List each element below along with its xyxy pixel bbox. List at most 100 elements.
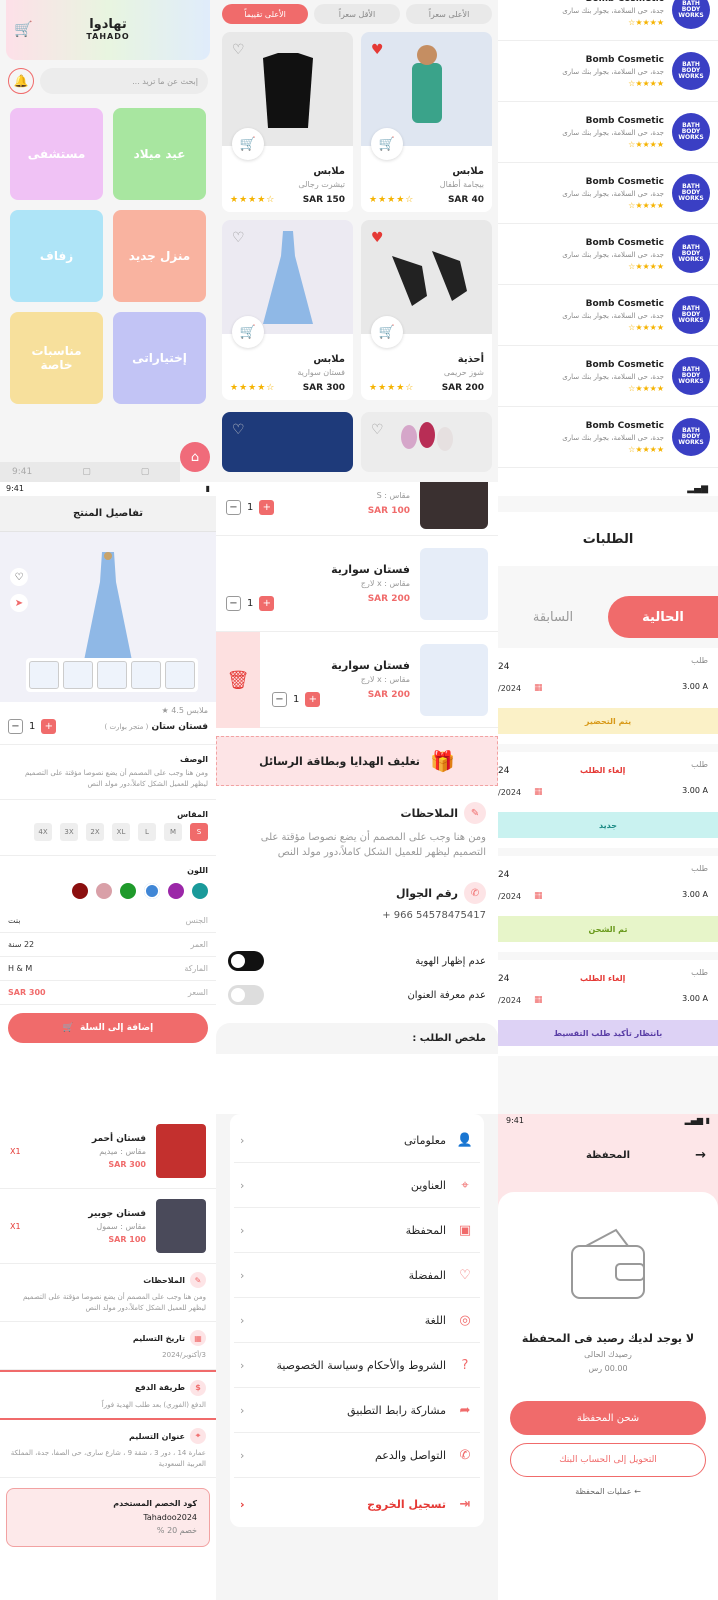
- heart-icon[interactable]: ♡: [232, 230, 245, 246]
- menu-item[interactable]: ➦ مشاركة رابط التطبيق ‹: [234, 1388, 480, 1433]
- heart-icon[interactable]: ♥: [371, 230, 384, 246]
- decrease-button[interactable]: −: [272, 692, 287, 707]
- occasion-tile[interactable]: مستشفى: [10, 108, 103, 200]
- menu-item-icon: ⌖: [461, 1177, 469, 1193]
- product-card[interactable]: ♥ 🛒 أحذية شوز حريمى ★★★★☆ SAR 200: [361, 220, 492, 400]
- heart-icon[interactable]: ♥: [371, 42, 384, 58]
- store-row[interactable]: BATH BODY WORKS Bomb Cosmetic جدة، حى السل…: [498, 0, 718, 41]
- product-grid: ♥ 🛒 ملابس بيجامة أطفال ★★★★☆ SAR 40 ♡ 🛒 ملابس تيش…: [216, 28, 498, 404]
- order-card[interactable]: طلب 3.00 A 24/2024 ▦ إلغاء الطلب جديد: [498, 752, 718, 848]
- product-card[interactable]: ♥ 🛒 ملابس بيجامة أطفال ★★★★☆ SAR 40: [361, 32, 492, 212]
- star-rating: ★★★★☆: [628, 139, 664, 149]
- add-cart-icon[interactable]: 🛒: [371, 128, 403, 160]
- menu-item[interactable]: ✆ التواصل والدعم ‹: [234, 1433, 480, 1478]
- menu-item[interactable]: ◎ اللغة ‹: [234, 1298, 480, 1343]
- back-arrow-icon[interactable]: →: [695, 1148, 706, 1163]
- gift-wrap-banner[interactable]: 🎁 تغليف الهدايا وبطاقة الرسائل: [216, 736, 498, 786]
- transfer-button[interactable]: التحويل إلى الحساب البنك: [510, 1443, 706, 1477]
- thumbnail[interactable]: [29, 661, 59, 689]
- add-cart-icon[interactable]: 🛒: [232, 316, 264, 348]
- bell-icon[interactable]: 🔔: [8, 68, 34, 94]
- nav-icon[interactable]: ▢: [141, 467, 150, 477]
- menu-item[interactable]: ? الشروط والأحكام وسياسة الخصوصية ‹: [234, 1343, 480, 1388]
- logout-button[interactable]: ⇥ تسجيل الخروج ‹: [234, 1482, 480, 1527]
- store-row[interactable]: BATH BODY WORKS Bomb Cosmetic جدة، حى السل…: [498, 407, 718, 468]
- color-swatch[interactable]: [168, 883, 184, 899]
- size-option[interactable]: 2X: [86, 823, 104, 841]
- tab-previous[interactable]: السابقة: [498, 596, 608, 638]
- store-row[interactable]: BATH BODY WORKS Bomb Cosmetic جدة، حى السل…: [498, 224, 718, 285]
- store-row[interactable]: BATH BODY WORKS Bomb Cosmetic جدة، حى السل…: [498, 346, 718, 407]
- increase-button[interactable]: +: [41, 719, 57, 734]
- product-card[interactable]: ♡ 🛒 ملابس فستان سوارية ★★★★☆ SAR 300: [222, 220, 353, 400]
- add-cart-icon[interactable]: 🛒: [371, 316, 403, 348]
- thumbnail[interactable]: [165, 661, 195, 689]
- thumbnail[interactable]: [131, 661, 161, 689]
- order-card[interactable]: طلب 3.00 A 24/2024 ▦ تم الشحن: [498, 856, 718, 952]
- heart-icon[interactable]: ♡: [371, 422, 384, 438]
- size-option[interactable]: XL: [112, 823, 130, 841]
- size-option[interactable]: L: [138, 823, 156, 841]
- store-name: Bomb Cosmetic: [585, 298, 664, 309]
- charge-wallet-button[interactable]: شحن المحفظة: [510, 1401, 706, 1435]
- size-option[interactable]: S: [190, 823, 208, 841]
- tab-current[interactable]: الحالية: [608, 596, 718, 638]
- order-card[interactable]: طلب 3.00 A 24/2024 ▦ إلغاء الطلب بانتظار تأكي…: [498, 960, 718, 1056]
- cancel-order-button[interactable]: إلغاء الطلب: [580, 974, 625, 983]
- sort-chip[interactable]: الأعلى سعراً: [406, 4, 492, 24]
- menu-item[interactable]: ♡ المفضلة ‹: [234, 1253, 480, 1298]
- product-card[interactable]: ♡ 🛒 ملابس تيشرت رجالى ★★★★☆ SAR 150: [222, 32, 353, 212]
- menu-item[interactable]: ▣ المحفظة ‹: [234, 1208, 480, 1253]
- color-swatch[interactable]: [120, 883, 136, 899]
- thumbnail[interactable]: [63, 661, 93, 689]
- decrease-button[interactable]: −: [226, 500, 241, 515]
- heart-icon[interactable]: ♡: [232, 42, 245, 58]
- sort-chip[interactable]: الأقل سعراً: [314, 4, 400, 24]
- occasion-tile[interactable]: منزل جديد: [113, 210, 206, 302]
- hide-identity-toggle[interactable]: [228, 951, 264, 971]
- size-option[interactable]: M: [164, 823, 182, 841]
- occasion-tile[interactable]: إختياراتى: [113, 312, 206, 404]
- cancel-order-button[interactable]: إلغاء الطلب: [580, 766, 625, 775]
- home-icon[interactable]: ⌂: [180, 442, 210, 472]
- color-swatch[interactable]: [72, 883, 88, 899]
- size-option[interactable]: 4X: [34, 823, 52, 841]
- decrease-button[interactable]: −: [226, 596, 241, 611]
- store-row[interactable]: BATH BODY WORKS Bomb Cosmetic جدة، حى السل…: [498, 41, 718, 102]
- occasion-tile[interactable]: زفاف: [10, 210, 103, 302]
- store-row[interactable]: BATH BODY WORKS Bomb Cosmetic جدة، حى السل…: [498, 285, 718, 346]
- menu-item-label: التواصل والدعم: [374, 1448, 446, 1462]
- heart-icon[interactable]: ♡: [10, 568, 28, 586]
- size-option[interactable]: 3X: [60, 823, 78, 841]
- increase-button[interactable]: +: [305, 692, 321, 707]
- menu-item[interactable]: 👤 معلوماتى ‹: [234, 1118, 480, 1163]
- color-swatch[interactable]: [96, 883, 112, 899]
- sort-chip[interactable]: الأعلى تقييماً: [222, 4, 308, 24]
- status-time: 9:41: [12, 467, 33, 477]
- increase-button[interactable]: +: [259, 596, 275, 611]
- product-card[interactable]: ♡: [361, 412, 492, 472]
- nav-icon[interactable]: ▢: [82, 467, 91, 477]
- thumbnail[interactable]: [97, 661, 127, 689]
- color-swatch[interactable]: [192, 883, 208, 899]
- add-cart-icon[interactable]: 🛒: [232, 128, 264, 160]
- increase-button[interactable]: +: [259, 500, 275, 515]
- store-row[interactable]: BATH BODY WORKS Bomb Cosmetic جدة، حى السل…: [498, 163, 718, 224]
- color-swatch[interactable]: [144, 883, 160, 899]
- occasion-tile[interactable]: مناسبات خاصة: [10, 312, 103, 404]
- store-address: جدة، حى السلامة، بجوار بنك سارى: [562, 372, 664, 381]
- trash-icon[interactable]: 🗑: [216, 632, 260, 728]
- wallet-operations-link[interactable]: عمليات المحفظة ←: [498, 1487, 718, 1496]
- share-icon[interactable]: ➤: [10, 594, 28, 612]
- order-card[interactable]: طلب 3.00 A 24/2024 ▦ يتم التحضير: [498, 648, 718, 744]
- heart-icon[interactable]: ♡: [232, 422, 245, 438]
- decrease-button[interactable]: −: [8, 719, 23, 734]
- add-to-cart-button[interactable]: 🛒 إضافة إلى السلة: [8, 1013, 208, 1043]
- store-row[interactable]: BATH BODY WORKS Bomb Cosmetic جدة، حى السل…: [498, 102, 718, 163]
- search-input[interactable]: إبحث عن ما تريد ...: [40, 68, 208, 94]
- cart-icon[interactable]: 🛒: [14, 20, 33, 38]
- product-card[interactable]: ♡: [222, 412, 353, 472]
- menu-item[interactable]: ⌖ العناوين ‹: [234, 1163, 480, 1208]
- occasion-tile[interactable]: عيد ميلاد: [113, 108, 206, 200]
- unknown-address-toggle[interactable]: [228, 985, 264, 1005]
